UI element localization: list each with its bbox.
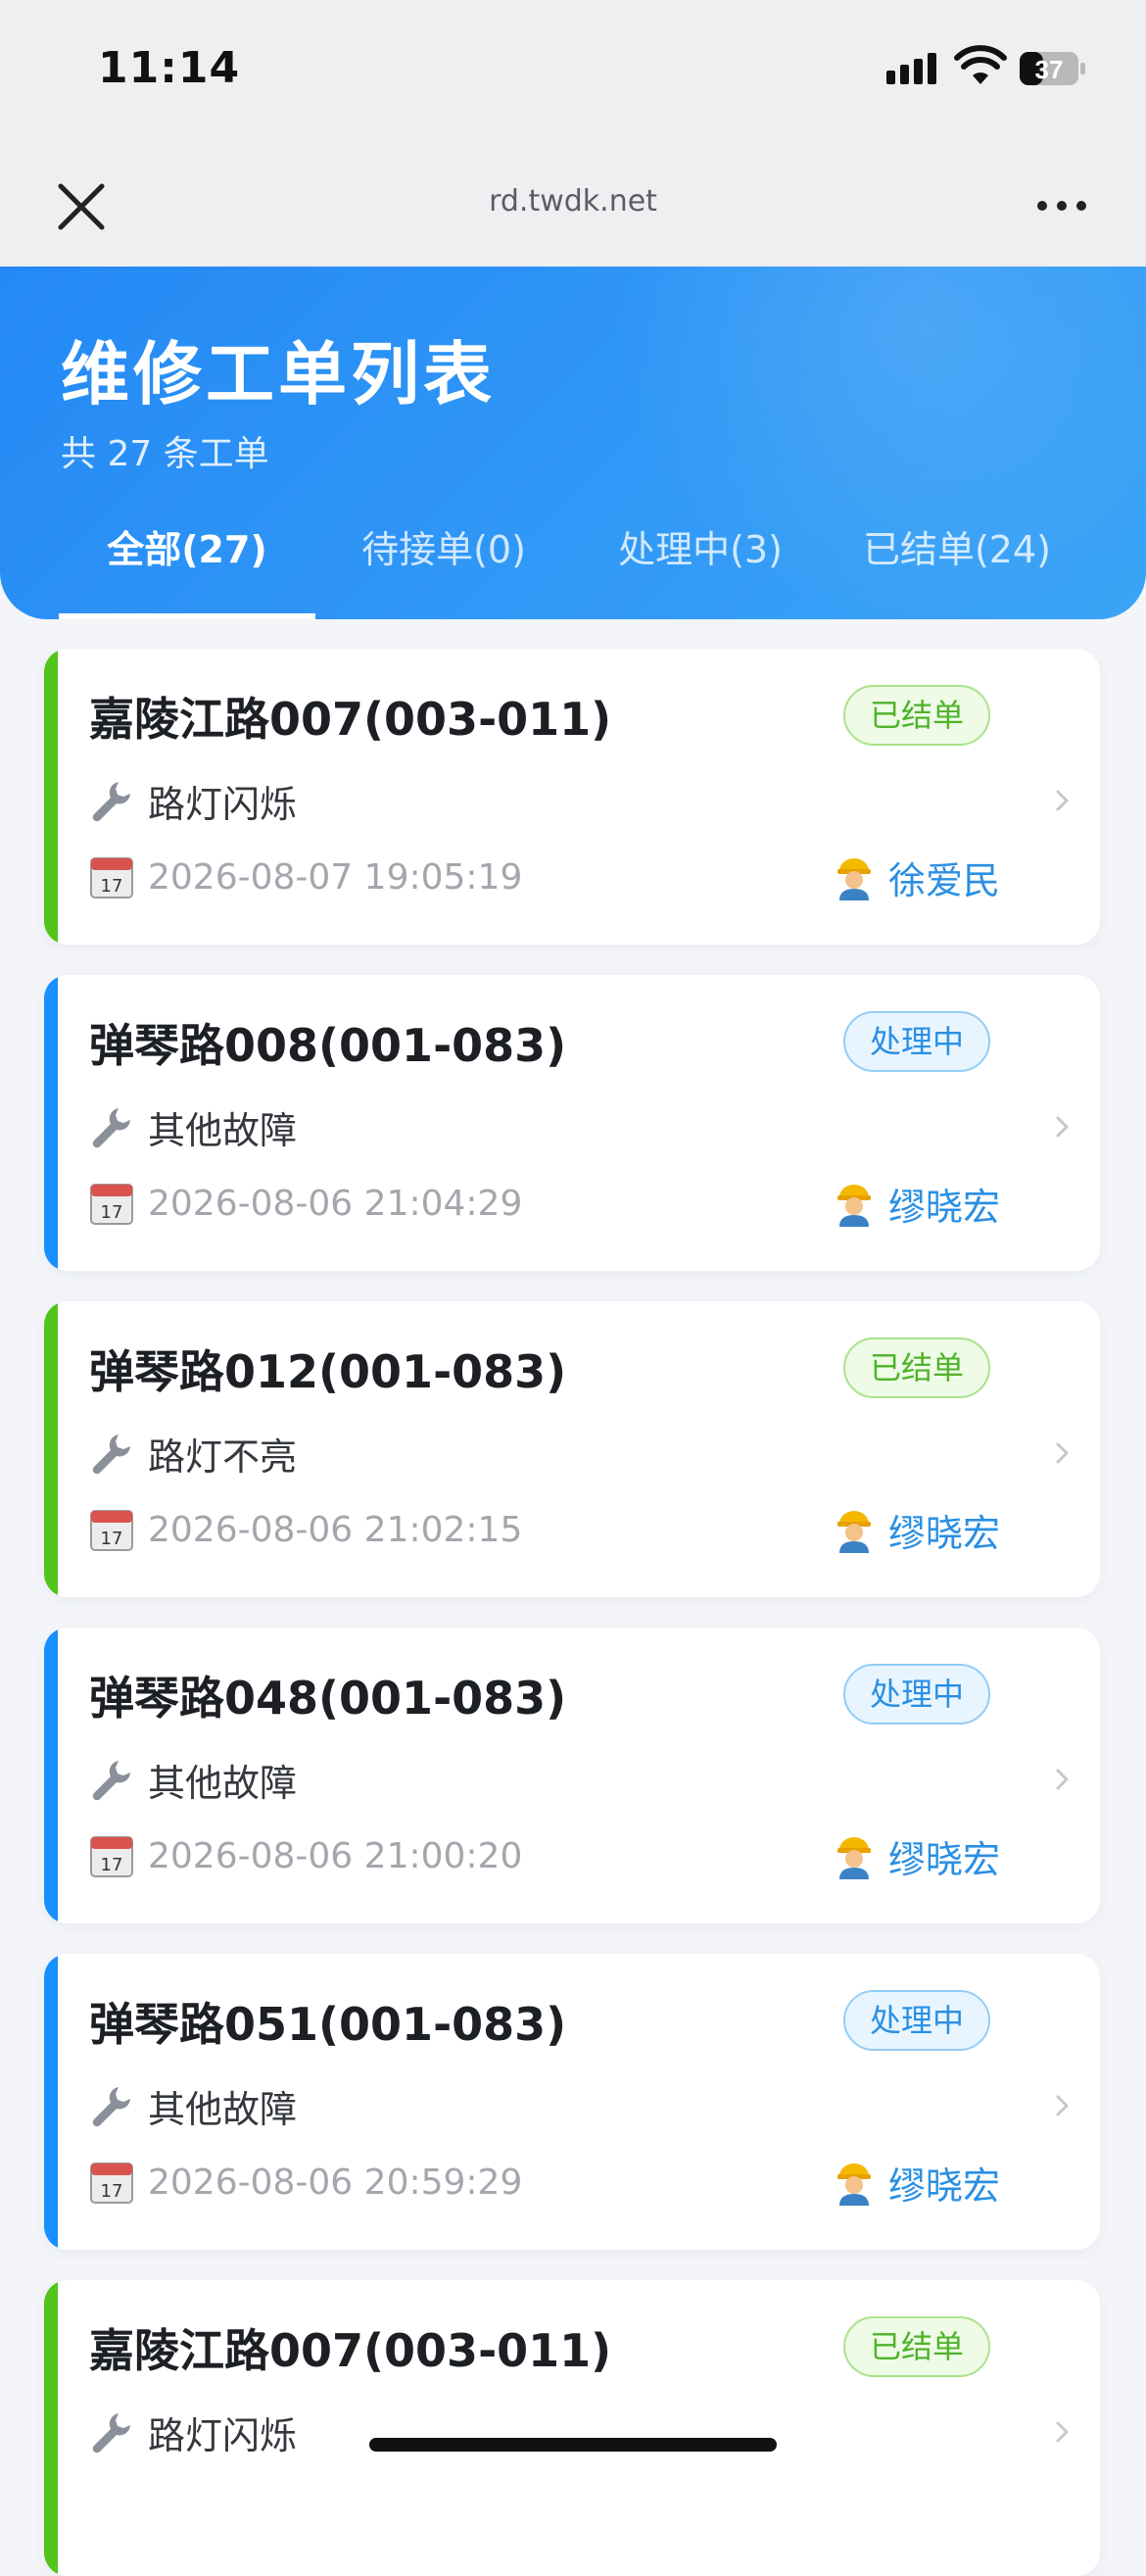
calendar-icon: 17 [90, 1836, 133, 1877]
fault-type: 其他故障 [148, 2087, 298, 2131]
status-badge: 已结单 [843, 1337, 990, 1398]
worker-name: 缪晓宏 [888, 1185, 1001, 1229]
worker-icon [837, 1837, 871, 1879]
worker-name: 缪晓宏 [888, 1837, 1001, 1881]
chevron-right-icon [1056, 2421, 1069, 2443]
signal-icon [886, 53, 936, 84]
order-date: 2026-08-06 21:00:20 [148, 1835, 523, 1876]
worker-icon [837, 2163, 871, 2206]
tab-all[interactable]: 全部(27) [59, 511, 315, 619]
chevron-right-icon [1056, 790, 1069, 811]
fault-type: 路灯不亮 [148, 1434, 298, 1479]
status-bar-indicator [44, 1954, 58, 2250]
order-card[interactable]: 嘉陵江路007(003-011) 已结单 路灯闪烁 17 2026-08-07 … [44, 649, 1100, 945]
fault-type: 其他故障 [148, 1761, 298, 1805]
status-bar-indicator [44, 975, 58, 1271]
wrench-icon [92, 782, 130, 822]
status-bar-indicator [44, 1628, 58, 1923]
worker-icon [837, 858, 871, 900]
status-bar: 11:14 37 [0, 0, 1146, 147]
page-title: 维修工单列表 [61, 334, 496, 414]
tab-completed[interactable]: 已结单(24) [829, 511, 1085, 619]
status-badge: 已结单 [843, 685, 990, 746]
fault-type: 路灯闪烁 [148, 782, 298, 826]
order-title: 弹琴路008(001-083) [89, 1019, 567, 1072]
calendar-icon: 17 [90, 857, 133, 899]
wrench-icon [92, 2087, 130, 2127]
wrench-icon [92, 1108, 130, 1148]
status-badge: 处理中 [843, 1664, 990, 1725]
worker-name: 徐爱民 [888, 858, 1001, 902]
tab-processing[interactable]: 处理中(3) [572, 511, 829, 619]
order-card[interactable]: 嘉陵江路007(003-011) 已结单 路灯闪烁 [44, 2280, 1100, 2576]
status-bar-indicator [44, 2280, 58, 2576]
tab-pending[interactable]: 待接单(0) [315, 511, 572, 619]
order-title: 弹琴路012(001-083) [89, 1345, 567, 1398]
battery-level: 37 [1035, 55, 1064, 84]
wrench-icon [92, 1761, 130, 1801]
home-indicator [369, 2438, 777, 2452]
fault-type: 路灯闪烁 [148, 2413, 298, 2457]
browser-bar: rd.twdk.net [0, 147, 1146, 267]
wrench-icon [92, 2413, 130, 2454]
status-badge: 处理中 [843, 1990, 990, 2051]
order-date: 2026-08-06 21:04:29 [148, 1183, 523, 1224]
chevron-right-icon [1056, 1116, 1069, 1138]
chevron-right-icon [1056, 1442, 1069, 1464]
status-time: 11:14 [98, 43, 241, 93]
order-title: 弹琴路048(001-083) [89, 1672, 567, 1725]
order-date: 2026-08-06 21:02:15 [148, 1509, 523, 1550]
worker-name: 缪晓宏 [888, 1511, 1001, 1555]
page-header: 维修工单列表 共 27 条工单 全部(27) 待接单(0) 处理中(3) 已结单… [0, 267, 1146, 619]
fault-type: 其他故障 [148, 1108, 298, 1152]
status-bar-indicator [44, 649, 58, 945]
wifi-icon [954, 45, 1007, 84]
battery-icon: 37 [1020, 52, 1085, 85]
svg-text:17: 17 [101, 1855, 123, 1875]
worker-icon [837, 1185, 871, 1227]
order-count: 共 27 条工单 [61, 434, 269, 474]
order-title: 嘉陵江路007(003-011) [89, 2324, 612, 2377]
order-title: 弹琴路051(001-083) [89, 1998, 567, 2051]
status-badge: 处理中 [843, 1011, 990, 1072]
order-card[interactable]: 弹琴路051(001-083) 处理中 其他故障 17 2026-08-06 2… [44, 1954, 1100, 2250]
order-card[interactable]: 弹琴路012(001-083) 已结单 路灯不亮 17 2026-08-06 2… [44, 1301, 1100, 1597]
svg-text:17: 17 [101, 876, 123, 897]
order-title: 嘉陵江路007(003-011) [89, 693, 612, 746]
order-card[interactable]: 弹琴路048(001-083) 处理中 其他故障 17 2026-08-06 2… [44, 1628, 1100, 1923]
status-badge: 已结单 [843, 2316, 990, 2377]
svg-text:17: 17 [101, 2181, 123, 2202]
worker-icon [837, 1511, 871, 1553]
order-card[interactable]: 弹琴路008(001-083) 处理中 其他故障 17 2026-08-06 2… [44, 975, 1100, 1271]
status-bar-indicator [44, 1301, 58, 1597]
calendar-icon: 17 [90, 1510, 133, 1551]
chevron-right-icon [1056, 1769, 1069, 1790]
order-date: 2026-08-07 19:05:19 [148, 856, 523, 898]
wrench-icon [92, 1434, 130, 1475]
calendar-icon: 17 [90, 2163, 133, 2204]
svg-text:17: 17 [101, 1529, 123, 1549]
status-tabs: 全部(27) 待接单(0) 处理中(3) 已结单(24) [0, 511, 1146, 619]
order-date: 2026-08-06 20:59:29 [148, 2162, 523, 2203]
more-icon[interactable] [1030, 186, 1093, 225]
url-label: rd.twdk.net [489, 184, 657, 219]
calendar-icon: 17 [90, 1184, 133, 1225]
svg-text:17: 17 [101, 1202, 123, 1223]
chevron-right-icon [1056, 2095, 1069, 2116]
worker-name: 缪晓宏 [888, 2163, 1001, 2208]
tab-indicator [59, 613, 315, 619]
